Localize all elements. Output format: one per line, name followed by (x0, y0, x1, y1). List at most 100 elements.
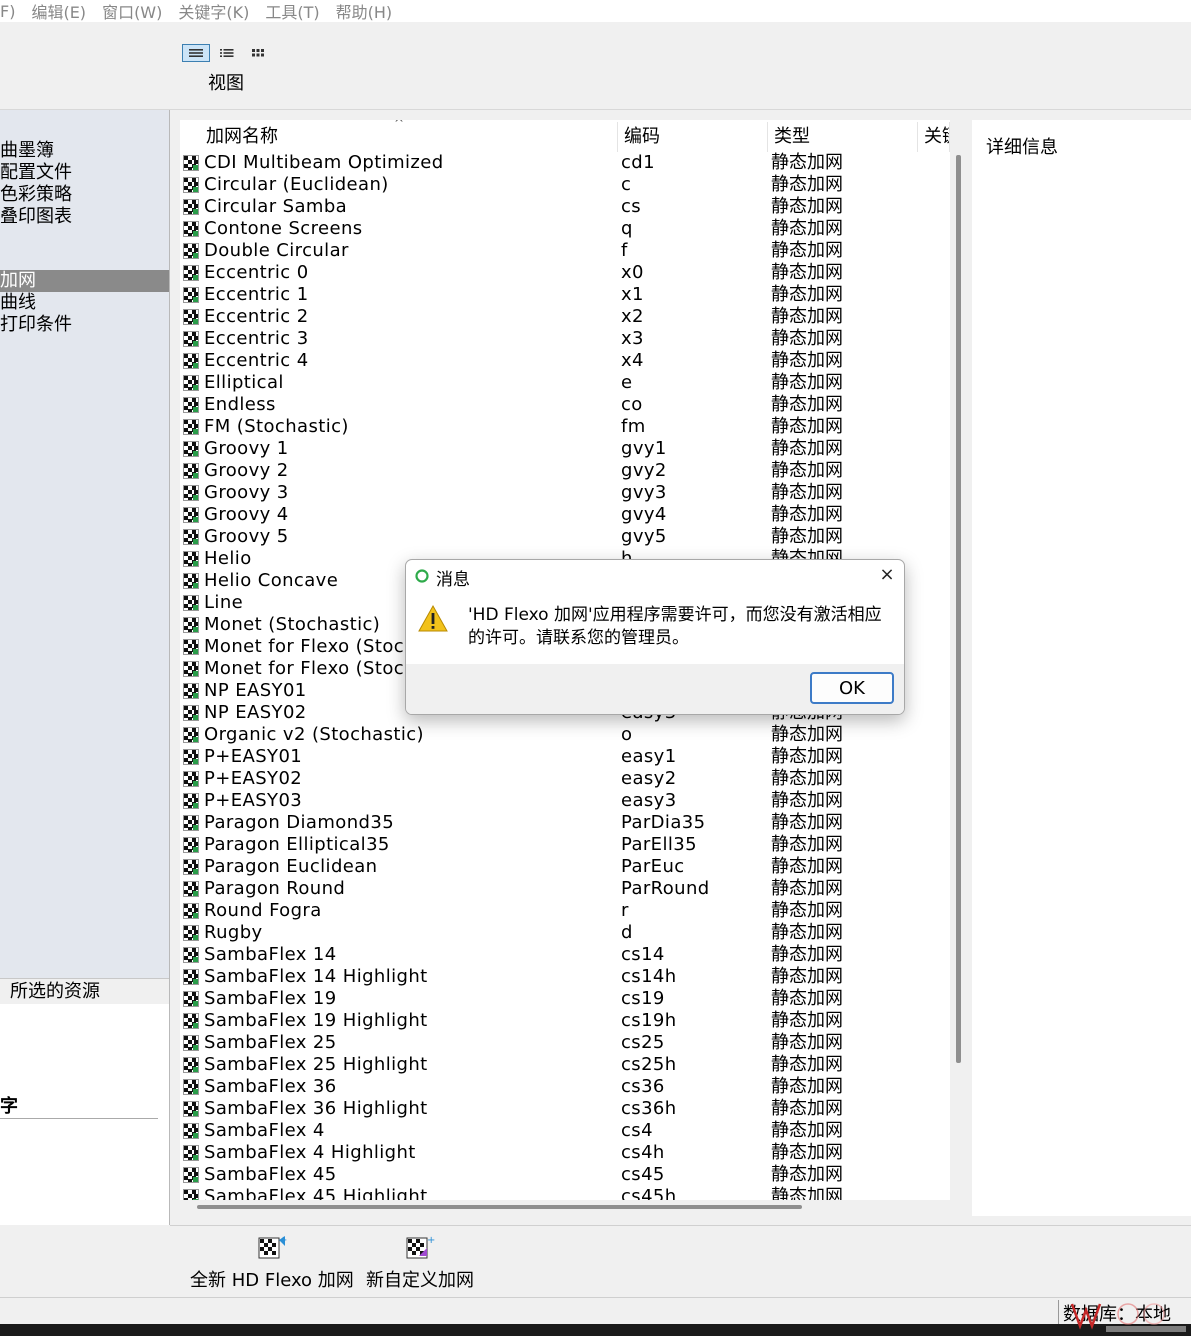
table-row[interactable]: SambaFlex 14 Highlight cs14h 静态加网 (180, 966, 950, 988)
table-row[interactable]: Double Circular f 静态加网 (180, 240, 950, 262)
menu-item[interactable]: 帮助(H) (336, 0, 393, 23)
screen-code-cell: cs25h (621, 1054, 677, 1075)
table-row[interactable]: Groovy 5 gvy5 静态加网 (180, 526, 950, 548)
dialog-titlebar[interactable]: 消息 × (406, 560, 904, 592)
table-row[interactable]: SambaFlex 25 Highlight cs25h 静态加网 (180, 1054, 950, 1076)
screen-icon (183, 1079, 199, 1095)
table-row[interactable]: Groovy 1 gvy1 静态加网 (180, 438, 950, 460)
screen-icon (183, 463, 199, 479)
table-row[interactable]: Contone Screens q 静态加网 (180, 218, 950, 240)
table-row[interactable]: Organic v2 (Stochastic) o 静态加网 (180, 724, 950, 746)
screen-name-cell: Groovy 2 (204, 460, 289, 481)
screen-icon (183, 903, 199, 919)
screen-name-cell: Groovy 3 (204, 482, 289, 503)
sidebar-item[interactable]: 色彩策略 (0, 184, 72, 206)
screen-name-cell: Elliptical (204, 372, 284, 393)
table-row[interactable]: Eccentric 4 x4 静态加网 (180, 350, 950, 372)
table-row[interactable]: P+EASY01 easy1 静态加网 (180, 746, 950, 768)
new-hd-flexo-screen-icon: + (258, 1235, 287, 1259)
sidebar-item[interactable]: 打印条件 (0, 314, 72, 336)
sidebar-item[interactable]: 配置文件 (0, 162, 72, 184)
table-row[interactable]: Eccentric 2 x2 静态加网 (180, 306, 950, 328)
column-header-keyword[interactable]: 关键 (918, 122, 950, 152)
table-row[interactable]: Circular (Euclidean) c 静态加网 (180, 174, 950, 196)
column-header-code[interactable]: 编码 (618, 122, 768, 152)
screen-code-cell: q (621, 218, 633, 239)
screen-type-cell: 静态加网 (771, 1142, 843, 1163)
table-row[interactable]: Eccentric 0 x0 静态加网 (180, 262, 950, 284)
screen-type-cell: 静态加网 (771, 284, 843, 305)
screen-name-cell: Round Fogra (204, 900, 322, 921)
table-row[interactable]: SambaFlex 4 Highlight cs4h 静态加网 (180, 1142, 950, 1164)
table-row[interactable]: Paragon Diamond35 ParDia35 静态加网 (180, 812, 950, 834)
table-row[interactable]: Circular Samba cs 静态加网 (180, 196, 950, 218)
screen-code-cell: e (621, 372, 633, 393)
menu-item[interactable]: F) (0, 2, 15, 21)
sidebar-item[interactable]: 曲墨簿 (0, 140, 54, 162)
screen-name-cell: Monet for Flexo (Stoc (204, 636, 405, 657)
table-row[interactable]: SambaFlex 19 cs19 静态加网 (180, 988, 950, 1010)
table-row[interactable]: Paragon Euclidean ParEuc 静态加网 (180, 856, 950, 878)
screen-code-cell: gvy1 (621, 438, 667, 459)
screen-code-cell: easy3 (621, 790, 677, 811)
table-row[interactable]: Endless co 静态加网 (180, 394, 950, 416)
list-view-button[interactable] (213, 44, 241, 62)
screen-icon (183, 1101, 199, 1117)
screen-type-cell: 静态加网 (771, 218, 843, 239)
table-row[interactable]: P+EASY03 easy3 静态加网 (180, 790, 950, 812)
sidebar-item[interactable]: 加网 (0, 270, 169, 292)
screen-name-cell: Eccentric 3 (204, 328, 309, 349)
table-row[interactable]: Rugby d 静态加网 (180, 922, 950, 944)
column-header-type[interactable]: 类型 (768, 122, 918, 152)
new-hd-flexo-screen-button[interactable]: + 全新 HD Flexo 加网 (190, 1234, 354, 1292)
details-view-button[interactable] (182, 44, 210, 62)
menu-item[interactable]: 工具(T) (265, 0, 319, 23)
table-row[interactable]: FM (Stochastic) fm 静态加网 (180, 416, 950, 438)
menu-item[interactable]: 关键字(K) (178, 0, 249, 23)
ok-button[interactable]: OK (810, 672, 894, 704)
table-row[interactable]: Groovy 3 gvy3 静态加网 (180, 482, 950, 504)
screen-code-cell: cs36 (621, 1076, 665, 1097)
screen-icon (183, 683, 199, 699)
table-row[interactable]: Groovy 2 gvy2 静态加网 (180, 460, 950, 482)
table-row[interactable]: SambaFlex 25 cs25 静态加网 (180, 1032, 950, 1054)
grid-view-button[interactable] (244, 44, 272, 62)
table-row[interactable]: P+EASY02 easy2 静态加网 (180, 768, 950, 790)
screen-name-cell: SambaFlex 14 (204, 944, 337, 965)
list-header: 加网名称 ^ 编码 类型 关键 (180, 120, 950, 152)
table-row[interactable]: Paragon Elliptical35 ParEll35 静态加网 (180, 834, 950, 856)
view-group-label: 视图 (208, 73, 244, 94)
table-row[interactable]: Eccentric 1 x1 静态加网 (180, 284, 950, 306)
screen-code-cell: cs4 (621, 1120, 653, 1141)
table-row[interactable]: Eccentric 3 x3 静态加网 (180, 328, 950, 350)
table-row[interactable]: SambaFlex 36 cs36 静态加网 (180, 1076, 950, 1098)
menu-item[interactable]: 编辑(E) (31, 0, 86, 23)
table-row[interactable]: Paragon Round ParRound 静态加网 (180, 878, 950, 900)
screen-type-cell: 静态加网 (771, 1186, 843, 1200)
new-custom-screen-button[interactable]: + 新自定义加网 (366, 1234, 474, 1292)
table-row[interactable]: SambaFlex 4 cs4 静态加网 (180, 1120, 950, 1142)
table-row[interactable]: Elliptical e 静态加网 (180, 372, 950, 394)
table-row[interactable]: SambaFlex 19 Highlight cs19h 静态加网 (180, 1010, 950, 1032)
table-row[interactable]: SambaFlex 45 cs45 静态加网 (180, 1164, 950, 1186)
screen-icon (183, 441, 199, 457)
menu-item[interactable]: 窗口(W) (102, 0, 162, 23)
screen-code-cell: cs25 (621, 1032, 665, 1053)
new-custom-screen-label: 新自定义加网 (366, 1270, 474, 1291)
table-row[interactable]: Round Fogra r 静态加网 (180, 900, 950, 922)
column-header-name[interactable]: 加网名称 (200, 122, 618, 152)
table-row[interactable]: Groovy 4 gvy4 静态加网 (180, 504, 950, 526)
screen-name-cell: Groovy 5 (204, 526, 289, 547)
sidebar-item[interactable]: 叠印图表 (0, 206, 72, 228)
screen-icon (183, 925, 199, 941)
close-icon[interactable]: × (876, 564, 898, 586)
table-row[interactable]: SambaFlex 36 Highlight cs36h 静态加网 (180, 1098, 950, 1120)
vertical-scrollbar[interactable] (956, 155, 961, 1063)
screen-name-cell: Eccentric 2 (204, 306, 309, 327)
table-row[interactable]: SambaFlex 45 Highlight cs45h 静态加网 (180, 1186, 950, 1200)
sidebar-item[interactable]: 曲线 (0, 292, 36, 314)
table-row[interactable]: CDI Multibeam Optimized cd1 静态加网 (180, 152, 950, 174)
horizontal-scrollbar[interactable] (197, 1205, 802, 1209)
table-row[interactable]: SambaFlex 14 cs14 静态加网 (180, 944, 950, 966)
selected-resources-header[interactable]: 所选的资源 (0, 978, 169, 1004)
